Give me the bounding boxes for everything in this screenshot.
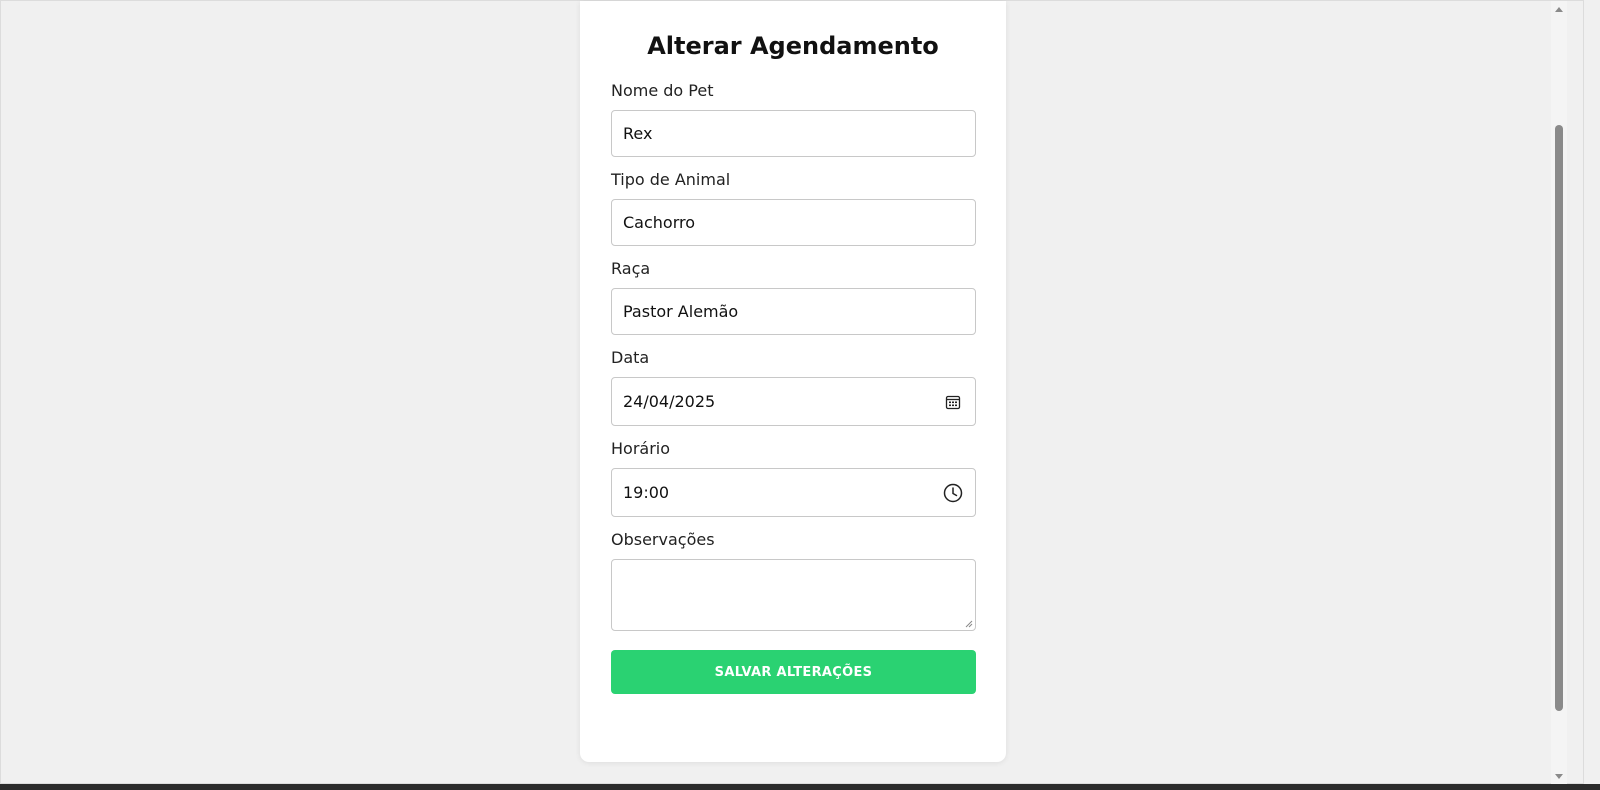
scrollbar-thumb[interactable] [1555,125,1563,711]
clock-icon[interactable] [943,483,963,503]
page-viewport: Alterar Agendamento Nome do Pet Rex Tipo… [0,0,1584,785]
breed-label: Raça [611,259,651,278]
time-label: Horário [611,439,671,458]
animal-type-value: Cachorro [623,213,696,232]
breed-field: Raça Pastor Alemão [611,259,976,335]
breed-input[interactable]: Pastor Alemão [611,288,976,335]
notes-label: Observações [611,530,715,549]
time-field: Horário 19:00 [611,439,976,517]
breed-value: Pastor Alemão [623,302,739,321]
animal-type-field: Tipo de Animal Cachorro [611,170,976,246]
scroll-up-icon[interactable] [1555,7,1563,12]
date-input[interactable]: 24/04/2025 [611,377,976,426]
animal-type-label: Tipo de Animal [611,170,731,189]
edit-appointment-card: Alterar Agendamento Nome do Pet Rex Tipo… [580,1,1006,762]
resize-grip-icon[interactable] [964,619,973,628]
notes-field: Observações [611,530,976,631]
pet-name-input[interactable]: Rex [611,110,976,157]
calendar-icon[interactable] [943,392,963,412]
pet-name-value: Rex [623,124,653,143]
time-value: 19:00 [623,483,670,502]
notes-textarea[interactable] [611,559,976,631]
date-value: 24/04/2025 [623,392,716,411]
animal-type-input[interactable]: Cachorro [611,199,976,246]
pet-name-label: Nome do Pet [611,81,714,100]
save-changes-button[interactable]: SALVAR ALTERAÇÕES [611,650,976,694]
vertical-scrollbar[interactable] [1551,1,1567,785]
date-label: Data [611,348,650,367]
page-title: Alterar Agendamento [647,32,939,60]
time-input[interactable]: 19:00 [611,468,976,517]
scroll-down-icon[interactable] [1555,774,1563,779]
taskbar-edge [0,784,1600,790]
date-field: Data 24/04/2025 [611,348,976,426]
pet-name-field: Nome do Pet Rex [611,81,976,157]
